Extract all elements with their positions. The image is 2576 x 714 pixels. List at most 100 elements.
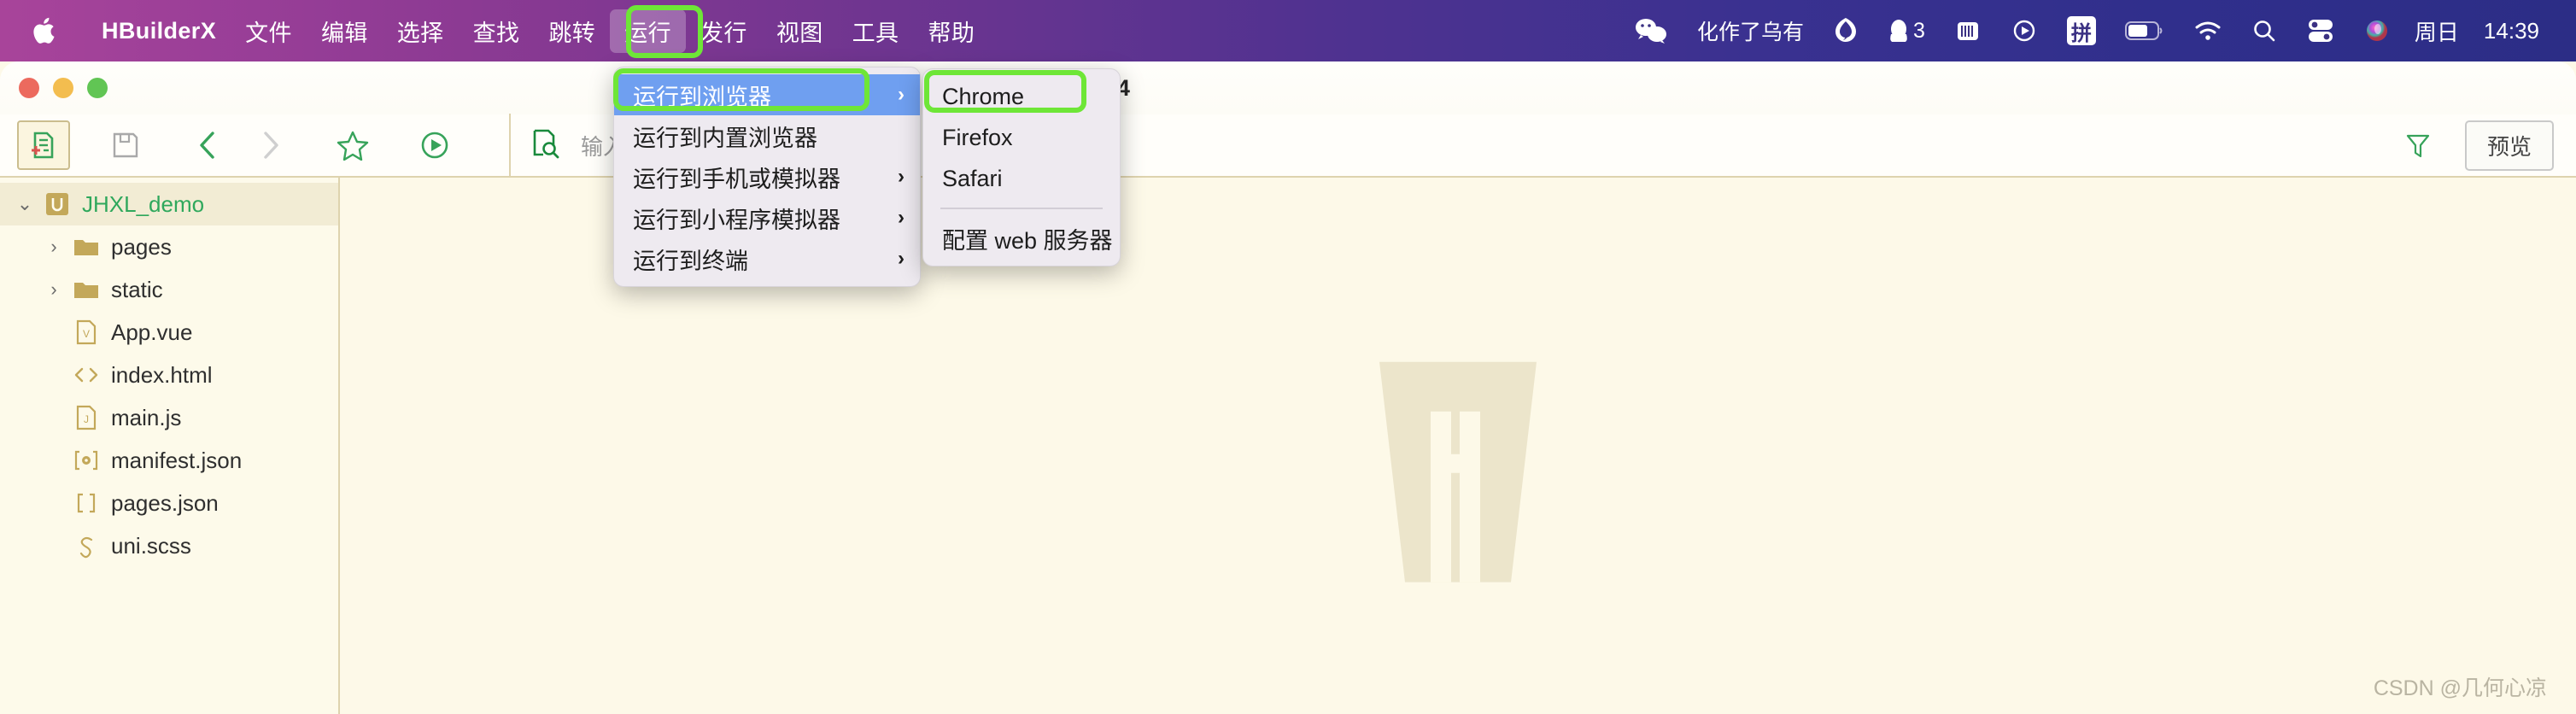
submenu-option-chrome[interactable]: Chrome — [923, 76, 1120, 117]
control-center-icon[interactable] — [2306, 0, 2335, 61]
keyboard-icon[interactable] — [1954, 0, 1982, 61]
main-toolbar: 输入文件 预览 — [0, 114, 2576, 178]
js-file-icon: J — [67, 405, 106, 430]
chevron-right-icon[interactable]: › — [41, 236, 67, 258]
submenu-chevron-icon: › — [898, 165, 905, 188]
close-button[interactable] — [19, 78, 39, 98]
menu-option-run-to-miniprogram-emulator[interactable]: 运行到小程序模拟器 › — [614, 197, 920, 238]
menu-bar-user-name[interactable]: 化作了乌有 — [1697, 0, 1804, 61]
tree-item-project[interactable]: ⌄ JHXL_demo — [0, 183, 338, 225]
run-play-icon[interactable] — [408, 120, 461, 170]
submenu-chevron-icon: › — [898, 83, 905, 106]
tree-item-index-html[interactable]: › index.html — [0, 354, 338, 396]
zoom-button[interactable] — [87, 78, 108, 98]
new-file-icon[interactable] — [17, 120, 70, 170]
tree-item-label: App.vue — [111, 319, 193, 345]
submenu-chevron-icon: › — [898, 247, 905, 270]
wifi-icon[interactable] — [2193, 0, 2222, 61]
ime-label: 拼 — [2066, 16, 2096, 45]
window-title-bar: HBuilder X 3.6.4 — [0, 61, 2576, 114]
apple-logo-icon[interactable] — [26, 15, 65, 46]
tree-item-manifest-json[interactable]: › manifest.json — [0, 439, 338, 482]
menu-option-label: 运行到终端 — [633, 248, 748, 274]
menu-option-label: 运行到浏览器 — [633, 84, 771, 110]
pages-json-icon — [67, 491, 106, 515]
play-circle-icon[interactable] — [2011, 0, 2038, 61]
preview-button[interactable]: 预览 — [2464, 120, 2554, 171]
hbuilder-h-logo — [1330, 326, 1586, 587]
menu-item-select[interactable]: 选择 — [383, 9, 459, 53]
menu-item-view[interactable]: 视图 — [762, 9, 838, 53]
tree-item-label: JHXL_demo — [82, 190, 205, 217]
submenu-option-firefox[interactable]: Firefox — [923, 117, 1120, 158]
tree-item-app-vue[interactable]: › V App.vue — [0, 311, 338, 354]
tree-item-label: main.js — [111, 404, 182, 430]
macos-menu-bar: HBuilderX 文件 编辑 选择 查找 跳转 运行 发行 视图 工具 帮助 … — [0, 0, 2576, 61]
menu-bar-left-group: HBuilderX 文件 编辑 选择 查找 跳转 运行 发行 视图 工具 帮助 — [0, 0, 989, 61]
tree-item-pages[interactable]: › pages — [0, 225, 338, 268]
tree-item-uni-scss[interactable]: › uni.scss — [0, 524, 338, 567]
menu-item-hbuilderx[interactable]: HBuilderX — [87, 13, 231, 50]
battery-icon[interactable] — [2124, 0, 2164, 61]
tree-item-label: uni.scss — [111, 532, 191, 559]
scss-file-icon — [67, 533, 106, 559]
chevron-down-icon[interactable]: ⌄ — [12, 193, 38, 215]
qq-unread-badge: 3 — [1913, 18, 1925, 43]
qq-penguin-icon[interactable]: 3 — [1888, 0, 1925, 61]
funnel-filter-icon[interactable] — [2405, 132, 2431, 159]
window-body: ⌄ JHXL_demo › pages › static V App.vue i… — [0, 178, 2576, 714]
folder-icon — [67, 278, 106, 301]
menu-item-publish[interactable]: 发行 — [686, 9, 762, 53]
run-dropdown-menu[interactable]: 运行到浏览器 › 运行到内置浏览器 运行到手机或模拟器 › 运行到小程序模拟器 … — [613, 67, 921, 287]
menu-option-run-to-phone-or-emulator[interactable]: 运行到手机或模拟器 › — [614, 156, 920, 197]
spotlight-search-icon[interactable] — [2251, 0, 2277, 61]
html-file-icon — [67, 365, 106, 385]
menu-option-run-to-builtin-browser[interactable]: 运行到内置浏览器 — [614, 115, 920, 156]
menu-option-label: 运行到小程序模拟器 — [633, 207, 840, 233]
tree-item-main-js[interactable]: › J main.js — [0, 396, 338, 439]
tree-item-label: pages — [111, 233, 172, 260]
ime-pinyin-icon[interactable]: 拼 — [2066, 0, 2096, 61]
menu-option-run-to-browser[interactable]: 运行到浏览器 › — [614, 74, 920, 115]
menu-bar-day[interactable]: 周日 — [2415, 0, 2459, 61]
tree-item-label: pages.json — [111, 489, 219, 516]
submenu-option-configure-web-server[interactable]: 配置 web 服务器 — [923, 218, 1120, 259]
traffic-light-group — [0, 78, 108, 98]
tree-item-label: static — [111, 276, 163, 302]
forward-chevron-icon[interactable] — [244, 120, 297, 170]
tree-item-pages-json[interactable]: › pages.json — [0, 482, 338, 524]
tree-item-label: manifest.json — [111, 447, 243, 473]
submenu-option-safari[interactable]: Safari — [923, 158, 1120, 199]
menu-bar-time[interactable]: 14:39 — [2484, 0, 2539, 61]
minimize-button[interactable] — [53, 78, 73, 98]
file-search-icon — [530, 128, 560, 163]
project-explorer-sidebar[interactable]: ⌄ JHXL_demo › pages › static V App.vue i… — [0, 178, 340, 714]
save-disk-icon[interactable] — [99, 120, 152, 170]
menu-option-label: 运行到内置浏览器 — [633, 125, 817, 151]
wechat-icon[interactable] — [1634, 0, 1668, 61]
svg-text:V: V — [83, 328, 90, 340]
menu-item-find[interactable]: 查找 — [459, 9, 535, 53]
folder-icon — [67, 236, 106, 258]
siri-icon[interactable] — [2364, 0, 2390, 61]
browser-submenu[interactable]: Chrome Firefox Safari 配置 web 服务器 — [922, 68, 1121, 266]
menu-option-run-to-terminal[interactable]: 运行到终端 › — [614, 238, 920, 279]
window-title: HBuilder X 3.6.4 — [0, 61, 2576, 114]
chevron-right-icon[interactable]: › — [41, 278, 67, 301]
star-icon[interactable] — [326, 120, 379, 170]
menu-item-goto[interactable]: 跳转 — [534, 9, 610, 53]
manifest-json-icon — [67, 448, 106, 472]
menu-item-edit[interactable]: 编辑 — [307, 9, 383, 53]
csdn-watermark: CSDN @几何心凉 — [2373, 676, 2547, 700]
uniapp-project-icon — [38, 191, 77, 217]
menu-item-tools[interactable]: 工具 — [838, 9, 914, 53]
menu-item-run[interactable]: 运行 — [610, 9, 686, 53]
menu-item-help[interactable]: 帮助 — [913, 9, 989, 53]
tree-item-label: index.html — [111, 361, 213, 388]
dropbox-icon[interactable] — [1833, 0, 1859, 61]
hbuilderx-window: HBuilder X 3.6.4 输入文件 — [0, 61, 2576, 714]
tree-item-static[interactable]: › static — [0, 268, 338, 311]
menu-item-file[interactable]: 文件 — [231, 9, 307, 53]
menu-bar-status-tray: 化作了乌有 3 拼 周日 14:39 — [1619, 0, 2576, 61]
back-chevron-icon[interactable] — [181, 120, 234, 170]
